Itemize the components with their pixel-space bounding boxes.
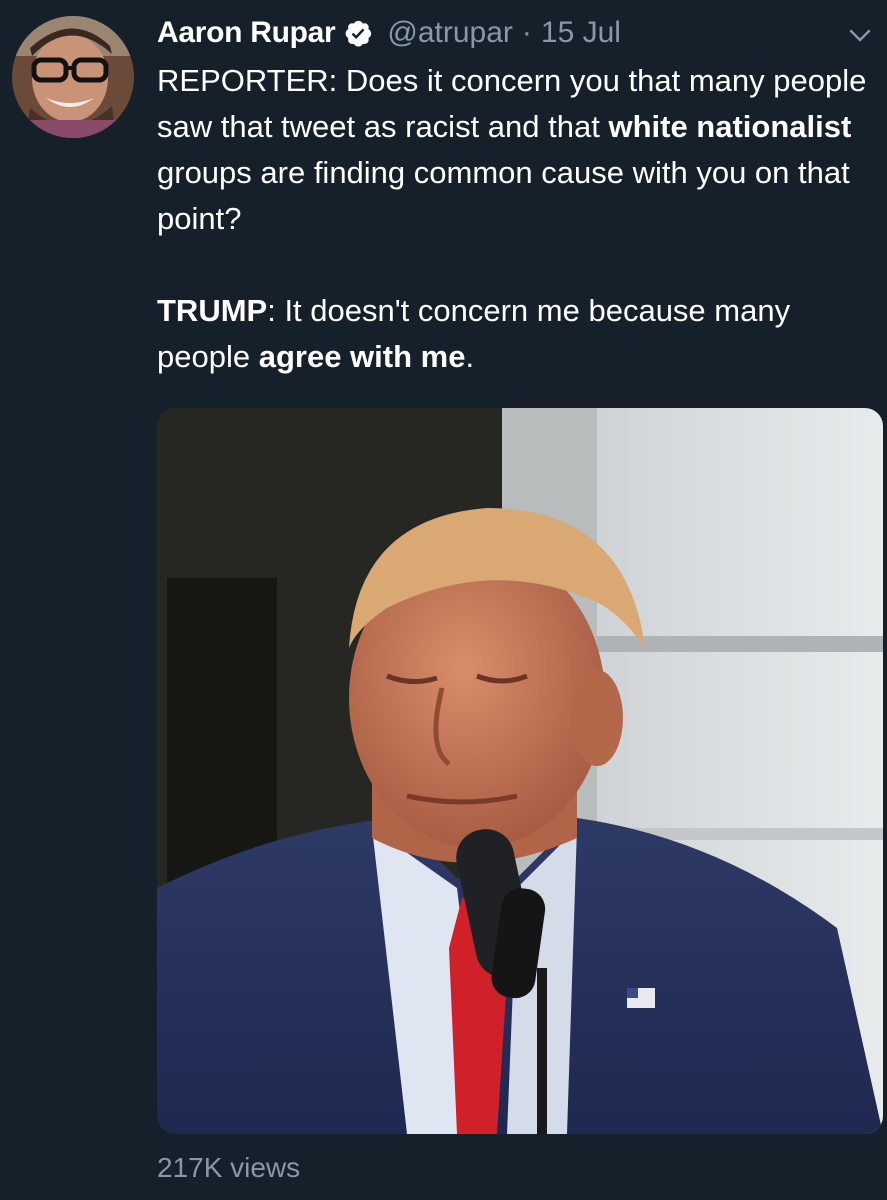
author-handle[interactable]: @atrupar bbox=[387, 16, 513, 50]
tweet-text-segment: . bbox=[465, 339, 475, 374]
video-thumbnail-icon bbox=[157, 408, 883, 1134]
view-count: 217K views bbox=[157, 1152, 301, 1183]
tweet-text-bold: TRUMP bbox=[157, 293, 268, 328]
avatar-photo-icon bbox=[12, 16, 134, 138]
author-avatar[interactable] bbox=[12, 16, 134, 138]
tweet-card[interactable]: Aaron Rupar @atrupar · 15 Jul REPORTER: … bbox=[0, 0, 887, 1200]
tweet-text-bold: agree with me bbox=[258, 339, 466, 374]
tweet-date[interactable]: 15 Jul bbox=[541, 16, 621, 50]
tweet-paragraph-trump: TRUMP: It doesn't concern me because man… bbox=[157, 288, 885, 380]
tweet-text-bold: white nationalist bbox=[608, 109, 852, 144]
verified-badge-icon bbox=[343, 18, 373, 48]
header-separator: · bbox=[521, 16, 532, 49]
tweet-video[interactable] bbox=[157, 408, 883, 1134]
chevron-down-icon[interactable] bbox=[847, 22, 873, 48]
author-display-name[interactable]: Aaron Rupar bbox=[157, 16, 336, 50]
tweet-text: REPORTER: Does it concern you that many … bbox=[157, 58, 885, 380]
tweet-text-segment: groups are finding common cause with you… bbox=[157, 155, 850, 236]
tweet-header: Aaron Rupar @atrupar · 15 Jul bbox=[157, 11, 621, 55]
tweet-paragraph-reporter: REPORTER: Does it concern you that many … bbox=[157, 58, 885, 242]
